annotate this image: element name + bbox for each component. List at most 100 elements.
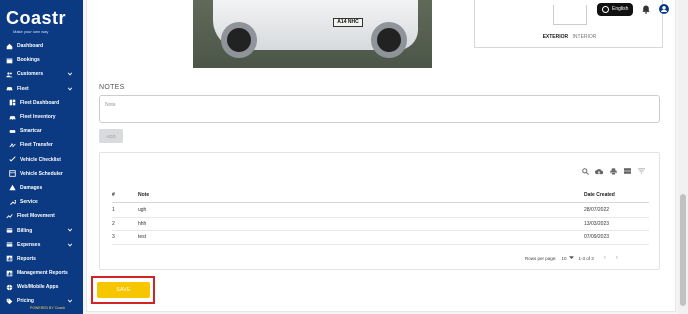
print-icon[interactable] <box>609 167 617 175</box>
reports-icon <box>5 255 13 263</box>
sidebar-item-fleet-movement[interactable]: Fleet Movement <box>0 209 83 223</box>
bell-icon[interactable] <box>641 4 651 14</box>
sidebar-item-label: Service <box>20 199 38 206</box>
header-date-created[interactable]: Date Created <box>584 192 615 198</box>
previous-page-icon[interactable]: ‹ <box>604 255 606 261</box>
tab-exterior[interactable]: EXTERIOR <box>543 34 569 40</box>
tab-interior[interactable]: INTERIOR <box>573 34 597 40</box>
save-button[interactable]: SAVE <box>97 282 150 298</box>
header-note[interactable]: Note <box>138 192 149 198</box>
sidebar-item-web-mobile-apps[interactable]: Web/Mobile Apps <box>0 280 83 294</box>
view-tabs: EXTERIOR INTERIOR <box>475 34 664 40</box>
car-icon <box>8 113 16 121</box>
scrollbar-thumb[interactable] <box>680 194 686 306</box>
sidebar-item-label: Fleet Inventory <box>20 114 56 121</box>
page-scrollbar[interactable] <box>678 0 688 314</box>
notes-table: # Note Date Created 1 ugh 28/07/2022 2 hhh 13… <box>99 152 660 270</box>
rows-per-page-select[interactable]: 10 <box>562 256 574 261</box>
sidebar-item-bookings[interactable]: Bookings <box>0 53 83 67</box>
sidebar-item-vehicle-checklist[interactable]: Vehicle Checklist <box>0 153 83 167</box>
add-note-button[interactable]: ADD <box>99 129 123 143</box>
pagination-range: 1-3 of 3 <box>578 255 594 261</box>
chevron-down-icon[interactable] <box>67 86 73 92</box>
sidebar-item-expenses[interactable]: Expenses <box>0 238 83 252</box>
table-row[interactable]: 1 ugh 28/07/2022 <box>112 204 649 218</box>
table-row[interactable]: 3 test 07/09/2023 <box>112 231 649 245</box>
note-input[interactable]: Note <box>99 95 660 123</box>
vehicle-diagram <box>553 5 587 25</box>
notes-title: NOTES <box>99 84 125 91</box>
sidebar-item-billing[interactable]: Billing <box>0 223 83 237</box>
vehicle-plate: A14 NHC <box>333 18 363 27</box>
row-number: 1 <box>112 207 115 213</box>
front-wheel-shape <box>221 22 257 58</box>
sidebar-item-fleet-inventory[interactable]: Fleet Inventory <box>0 110 83 124</box>
warning-icon <box>8 184 16 192</box>
filter-icon[interactable] <box>637 167 645 175</box>
smartcar-icon <box>8 127 16 135</box>
sidebar-item-label: Damages <box>20 184 43 191</box>
sidebar-item-label: Dashboard <box>17 43 44 50</box>
chevron-down-icon[interactable] <box>67 227 73 233</box>
sidebar-item-label: Vehicle Checklist <box>20 156 61 163</box>
search-icon[interactable] <box>581 167 589 175</box>
sidebar-item-label: Customers <box>17 71 44 78</box>
sidebar-item-fleet-transfer[interactable]: Fleet Transfer <box>0 138 83 152</box>
sidebar-item-vehicle-scheduler[interactable]: Vehicle Scheduler <box>0 167 83 181</box>
top-bar: English <box>597 2 670 16</box>
row-note: hhh <box>138 220 147 227</box>
sidebar-item-reports[interactable]: Reports <box>0 252 83 266</box>
main-content: A14 NHC EXTERIOR INTERIOR NOTES Note ADD <box>86 0 676 312</box>
expenses-icon <box>5 241 13 249</box>
sidebar-item-label: Fleet Transfer <box>20 142 53 149</box>
columns-icon[interactable] <box>623 167 631 175</box>
note-input-placeholder: Note <box>105 102 116 108</box>
sidebar-item-fleet-dashboard[interactable]: Fleet Dashboard <box>0 96 83 110</box>
table-pagination: Rows per page: 10 1-3 of 3 ‹ › <box>525 255 618 261</box>
header-number[interactable]: # <box>112 192 115 198</box>
language-label: English <box>612 6 629 12</box>
billing-icon <box>5 227 13 235</box>
row-date: 07/09/2023 <box>584 234 610 240</box>
sidebar-item-label: Fleet Dashboard <box>20 99 60 106</box>
car-icon <box>5 85 13 93</box>
sidebar-item-fleet[interactable]: Fleet <box>0 82 83 96</box>
row-number: 3 <box>112 234 115 240</box>
sidebar-item-label: Fleet Movement <box>17 213 55 220</box>
brand-tagline: Make your own way <box>13 29 49 34</box>
sidebar-item-smartcar[interactable]: Smartcar <box>0 124 83 138</box>
account-icon[interactable] <box>659 4 670 14</box>
brand-logo[interactable]: Coastr Make your own way <box>6 8 78 38</box>
rows-per-page-label: Rows per page: <box>525 255 557 261</box>
sidebar-item-damages[interactable]: Damages <box>0 181 83 195</box>
sidebar-nav: Dashboard Bookings Customers Fleet Fleet Das… <box>0 39 83 309</box>
sidebar-item-label: Vehicle Scheduler <box>20 170 63 177</box>
chevron-down-icon[interactable] <box>67 242 73 248</box>
chevron-down-icon[interactable] <box>67 298 73 304</box>
dropdown-arrow-icon <box>568 256 574 259</box>
sidebar-item-customers[interactable]: Customers <box>0 67 83 81</box>
sidebar: Coastr Make your own way Dashboard Bookin… <box>0 0 83 314</box>
calendar-icon <box>5 56 13 64</box>
sidebar-item-dashboard[interactable]: Dashboard <box>0 39 83 53</box>
language-button[interactable]: English <box>597 2 634 16</box>
sidebar-item-label: Billing <box>17 227 33 234</box>
globe-icon <box>602 5 609 13</box>
powered-by: POWERED BY Coastr <box>30 306 65 310</box>
row-date: 28/07/2022 <box>584 207 610 213</box>
sidebar-item-label: Management Reports <box>17 270 68 277</box>
sidebar-item-management-reports[interactable]: Management Reports <box>0 266 83 280</box>
chevron-down-icon[interactable] <box>67 71 73 77</box>
table-row[interactable]: 2 hhh 13/03/2023 <box>112 218 649 231</box>
app-window: Coastr Make your own way Dashboard Bookin… <box>0 0 688 314</box>
checklist-icon <box>8 156 16 164</box>
next-page-icon[interactable]: › <box>616 255 618 261</box>
sidebar-item-service[interactable]: Service <box>0 195 83 209</box>
sidebar-item-label: Expenses <box>17 241 41 248</box>
download-icon[interactable] <box>595 167 603 175</box>
wrench-icon <box>8 198 16 206</box>
row-note: test <box>138 234 147 240</box>
sidebar-item-label: Smartcar <box>20 128 42 135</box>
vehicle-photo: A14 NHC <box>193 0 432 68</box>
scheduler-icon <box>8 170 16 178</box>
